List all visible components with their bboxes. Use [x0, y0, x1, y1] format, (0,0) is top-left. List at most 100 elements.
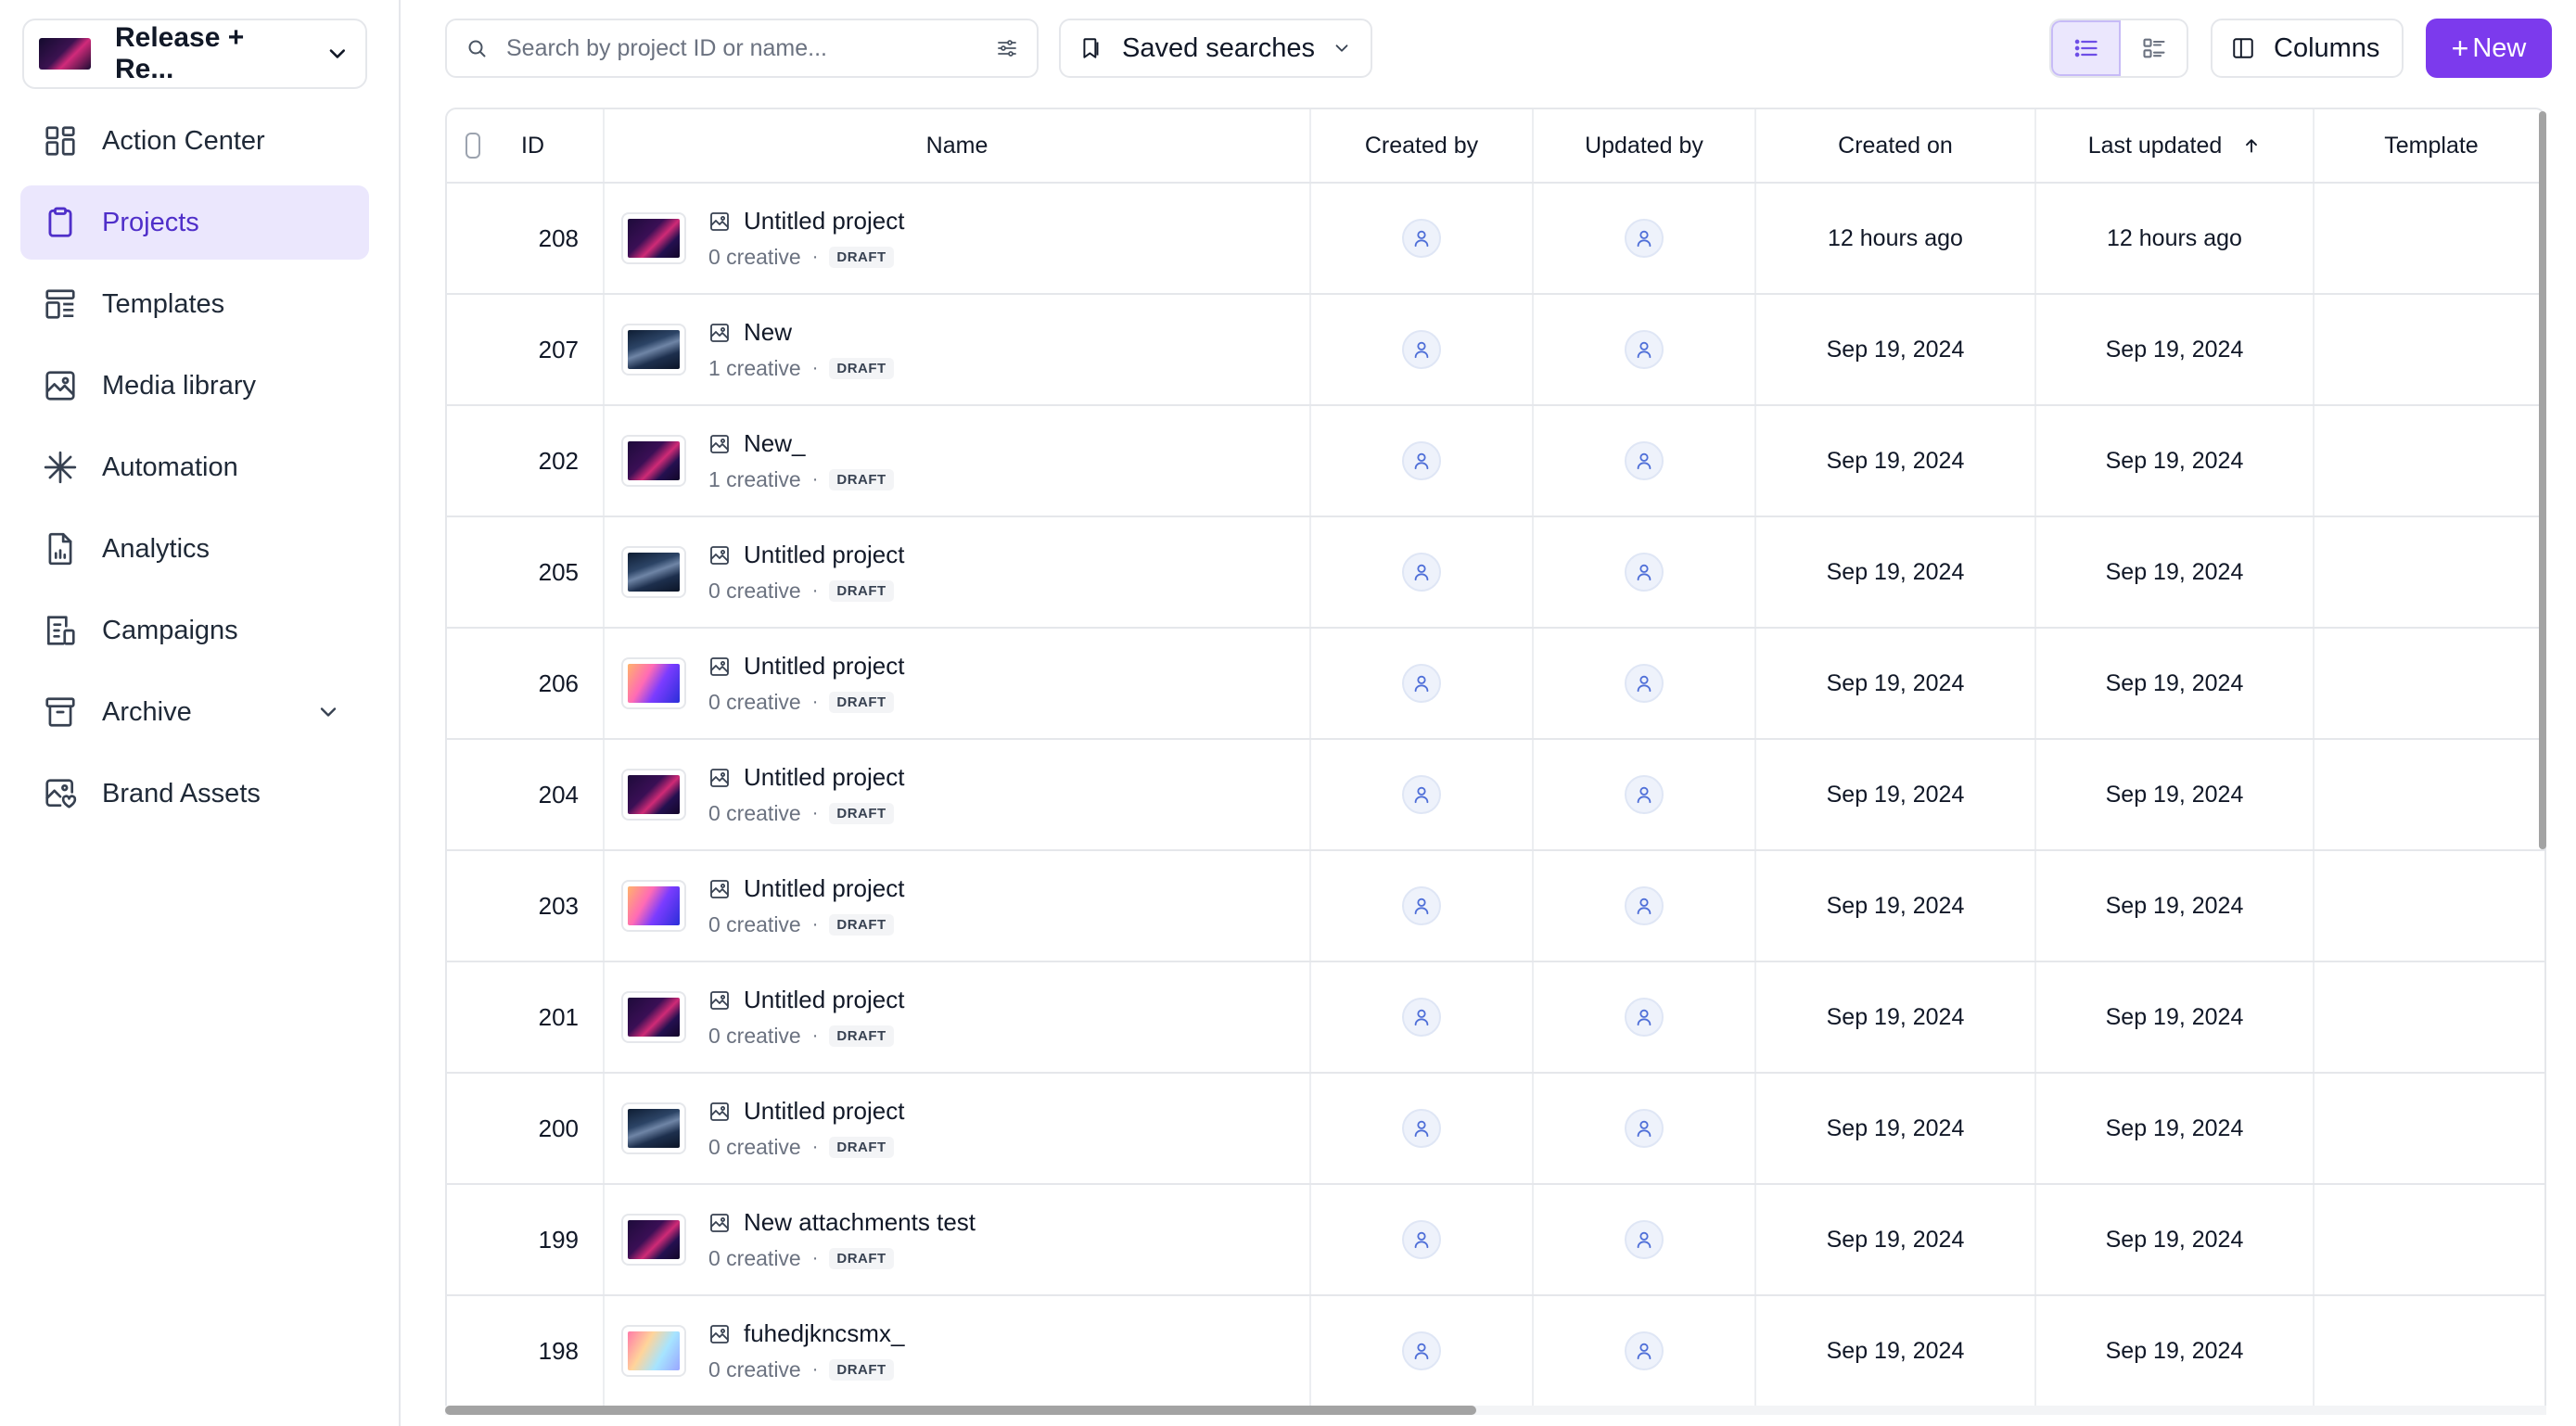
- vertical-scrollbar[interactable]: [2539, 111, 2546, 849]
- project-name[interactable]: Untitled project: [744, 541, 904, 569]
- campaigns-icon: [46, 616, 75, 645]
- creative-count: 0 creative: [708, 1135, 801, 1159]
- sidebar-item-archive[interactable]: Archive: [20, 675, 369, 749]
- sidebar-item-analytics[interactable]: Analytics: [20, 512, 369, 586]
- name-cell[interactable]: Untitled project 0 creative · DRAFT: [605, 1074, 1311, 1183]
- project-name[interactable]: Untitled project: [744, 986, 904, 1014]
- name-cell[interactable]: Untitled project 0 creative · DRAFT: [605, 184, 1311, 293]
- sidebar-item-automation[interactable]: Automation: [20, 430, 369, 504]
- filter-sliders-icon[interactable]: [996, 37, 1018, 59]
- created-by-cell: [1311, 1074, 1534, 1183]
- user-icon[interactable]: [1625, 441, 1664, 480]
- list-view-button[interactable]: [2051, 20, 2121, 76]
- table-row[interactable]: 202 New_ 1 creative · DRAFT Sep 19, 2024 Sep 1…: [447, 406, 2544, 517]
- project-name[interactable]: fuhedjkncsmx_: [744, 1319, 904, 1348]
- column-header-created-on[interactable]: Created on: [1756, 109, 2036, 182]
- column-header-label: Updated by: [1585, 132, 1703, 159]
- user-icon[interactable]: [1402, 775, 1441, 814]
- user-icon[interactable]: [1402, 1220, 1441, 1259]
- table-row[interactable]: 203 Untitled project 0 creative · DRAFT Sep 1…: [447, 851, 2544, 962]
- name-cell[interactable]: New 1 creative · DRAFT: [605, 295, 1311, 404]
- user-icon[interactable]: [1625, 330, 1664, 369]
- user-icon[interactable]: [1625, 1331, 1664, 1370]
- user-icon[interactable]: [1402, 330, 1441, 369]
- sidebar-item-label: Media library: [102, 370, 256, 401]
- name-cell[interactable]: New_ 1 creative · DRAFT: [605, 406, 1311, 516]
- sidebar-item-campaigns[interactable]: Campaigns: [20, 593, 369, 668]
- table-row[interactable]: 206 Untitled project 0 creative · DRAFT Sep 1…: [447, 629, 2544, 740]
- name-cell[interactable]: Untitled project 0 creative · DRAFT: [605, 629, 1311, 738]
- project-thumbnail: [621, 1102, 686, 1154]
- column-header-name[interactable]: Name: [605, 109, 1311, 182]
- image-icon: [708, 878, 731, 900]
- created-on-cell: Sep 19, 2024: [1756, 851, 2036, 961]
- name-cell[interactable]: Untitled project 0 creative · DRAFT: [605, 517, 1311, 627]
- table-row[interactable]: 208 Untitled project 0 creative · DRAFT 12 ho…: [447, 184, 2544, 295]
- columns-button[interactable]: Columns: [2211, 19, 2404, 78]
- updated-by-cell: [1534, 1296, 1756, 1406]
- project-name[interactable]: New attachments test: [744, 1208, 976, 1237]
- chevron-down-icon[interactable]: [315, 699, 341, 725]
- thumbnail-image: [628, 886, 680, 925]
- new-project-button[interactable]: + New: [2426, 19, 2552, 78]
- table-row[interactable]: 204 Untitled project 0 creative · DRAFT Sep 1…: [447, 740, 2544, 851]
- user-icon[interactable]: [1402, 441, 1441, 480]
- row-select-cell: [447, 1185, 480, 1294]
- user-icon[interactable]: [1402, 886, 1441, 925]
- column-header-id[interactable]: ID: [480, 109, 605, 182]
- search-input[interactable]: [506, 34, 996, 62]
- user-icon[interactable]: [1402, 998, 1441, 1037]
- name-cell[interactable]: Untitled project 0 creative · DRAFT: [605, 851, 1311, 961]
- column-header-template[interactable]: Template: [2315, 109, 2544, 182]
- sort-ascending-icon[interactable]: [2242, 136, 2261, 155]
- user-icon[interactable]: [1625, 886, 1664, 925]
- user-icon[interactable]: [1625, 1109, 1664, 1148]
- sidebar-item-templates[interactable]: Templates: [20, 267, 369, 341]
- name-cell[interactable]: Untitled project 0 creative · DRAFT: [605, 740, 1311, 849]
- workspace-switcher[interactable]: Release + Re...: [22, 19, 367, 89]
- user-icon[interactable]: [1402, 1109, 1441, 1148]
- user-icon[interactable]: [1625, 553, 1664, 592]
- user-icon[interactable]: [1402, 219, 1441, 258]
- sidebar-item-label: Projects: [102, 207, 199, 237]
- select-all-checkbox[interactable]: [465, 133, 480, 159]
- project-name[interactable]: Untitled project: [744, 763, 904, 792]
- sidebar-item-projects[interactable]: Projects: [20, 185, 369, 260]
- table-row[interactable]: 200 Untitled project 0 creative · DRAFT Sep 1…: [447, 1074, 2544, 1185]
- thumbnail-image: [628, 775, 680, 814]
- table-row[interactable]: 207 New 1 creative · DRAFT Sep 19, 2024 Sep 19…: [447, 295, 2544, 406]
- detail-view-button[interactable]: [2121, 20, 2187, 76]
- user-icon[interactable]: [1625, 998, 1664, 1037]
- column-header-last-updated[interactable]: Last updated: [2036, 109, 2315, 182]
- id-cell: 199: [480, 1185, 605, 1294]
- table-row[interactable]: 201 Untitled project 0 creative · DRAFT Sep 1…: [447, 962, 2544, 1074]
- sidebar-item-action-center[interactable]: Action Center: [20, 104, 369, 178]
- user-icon[interactable]: [1402, 553, 1441, 592]
- user-icon[interactable]: [1402, 664, 1441, 703]
- sidebar-item-brand-assets[interactable]: Brand Assets: [20, 757, 369, 831]
- project-name[interactable]: New_: [744, 429, 805, 458]
- column-header-created-by[interactable]: Created by: [1311, 109, 1534, 182]
- project-name[interactable]: Untitled project: [744, 874, 904, 903]
- project-name[interactable]: Untitled project: [744, 652, 904, 681]
- saved-searches-dropdown[interactable]: Saved searches: [1059, 19, 1372, 78]
- name-cell[interactable]: New attachments test 0 creative · DRAFT: [605, 1185, 1311, 1294]
- user-icon[interactable]: [1402, 1331, 1441, 1370]
- project-name[interactable]: Untitled project: [744, 1097, 904, 1126]
- sidebar-item-media-library[interactable]: Media library: [20, 349, 369, 423]
- user-icon[interactable]: [1625, 1220, 1664, 1259]
- user-icon[interactable]: [1625, 775, 1664, 814]
- user-icon[interactable]: [1625, 219, 1664, 258]
- horizontal-scrollbar[interactable]: [445, 1406, 1476, 1415]
- name-cell[interactable]: fuhedjkncsmx_ 0 creative · DRAFT: [605, 1296, 1311, 1406]
- table-row[interactable]: 205 Untitled project 0 creative · DRAFT Sep 1…: [447, 517, 2544, 629]
- project-name[interactable]: Untitled project: [744, 207, 904, 236]
- user-icon[interactable]: [1625, 664, 1664, 703]
- project-name[interactable]: New: [744, 318, 792, 347]
- table-row[interactable]: 198 fuhedjkncsmx_ 0 creative · DRAFT Sep 19, …: [447, 1296, 2544, 1407]
- name-cell[interactable]: Untitled project 0 creative · DRAFT: [605, 962, 1311, 1072]
- created-on-cell: Sep 19, 2024: [1756, 406, 2036, 516]
- column-header-updated-by[interactable]: Updated by: [1534, 109, 1756, 182]
- table-row[interactable]: 199 New attachments test 0 creative · DRAFT S…: [447, 1185, 2544, 1296]
- thumbnail-image: [628, 1220, 680, 1259]
